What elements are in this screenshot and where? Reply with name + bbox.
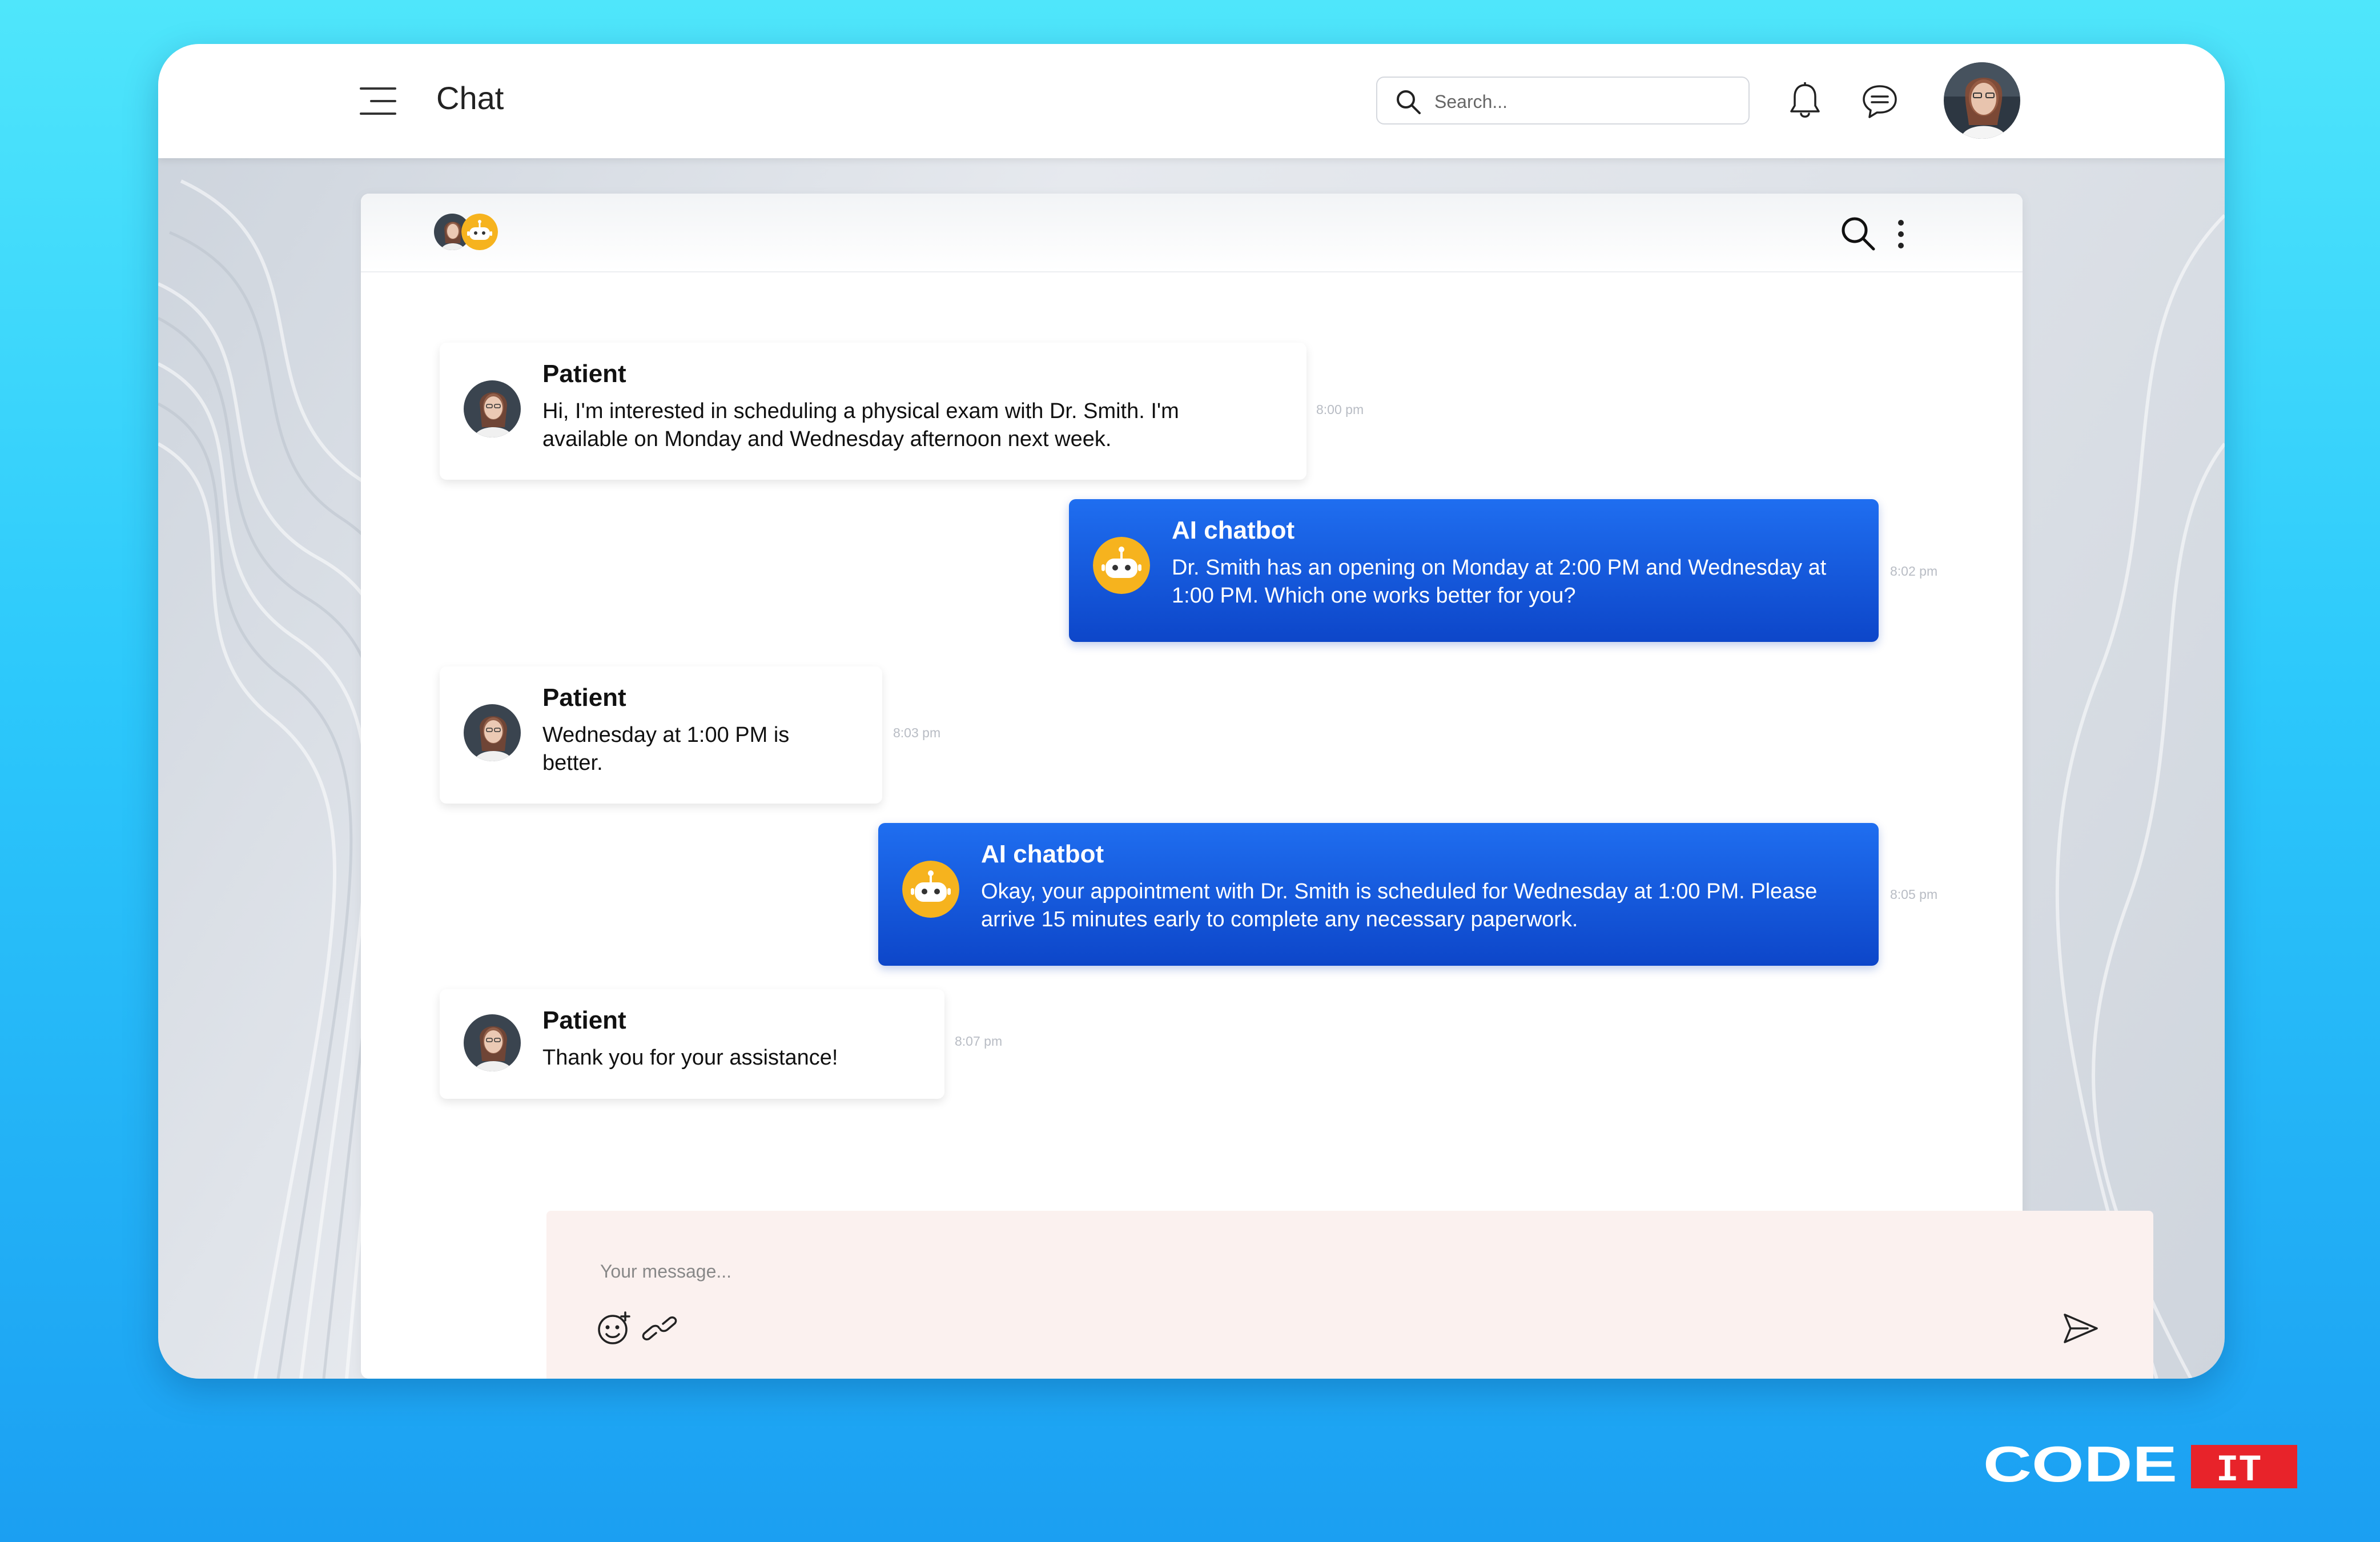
sender-name: Patient xyxy=(542,360,626,388)
message-line: Hi, I'm interested in scheduling a physi… xyxy=(542,399,1179,423)
sender-name: AI chatbot xyxy=(1172,516,1295,544)
sender-name: Patient xyxy=(542,684,626,712)
message-patient: Patient Wednesday at 1:00 PM is better. xyxy=(440,666,882,804)
message-patient: Patient Hi, I'm interested in scheduling… xyxy=(440,343,1306,480)
search-bar[interactable] xyxy=(1376,77,1750,125)
logo-text-it: IT xyxy=(2216,1449,2261,1488)
message-line: better. xyxy=(542,751,603,775)
bell-icon[interactable] xyxy=(1788,82,1822,119)
chat-header xyxy=(361,194,2023,272)
message-line: arrive 15 minutes early to complete any … xyxy=(981,907,1578,931)
message-line: Thank you for your assistance! xyxy=(542,1046,838,1070)
menu-icon[interactable] xyxy=(360,84,396,118)
chat-search-icon[interactable] xyxy=(1839,214,1876,252)
message-text: Thank you for your assistance! xyxy=(542,1044,838,1072)
message-time: 8:03 pm xyxy=(893,725,941,740)
message-line: Wednesday at 1:00 PM is xyxy=(542,723,790,747)
search-input[interactable] xyxy=(1433,87,1732,117)
patient-avatar xyxy=(464,1014,521,1071)
message-text: Dr. Smith has an opening on Monday at 2:… xyxy=(1172,554,1826,610)
message-icon[interactable] xyxy=(1862,83,1898,119)
message-line: Okay, your appointment with Dr. Smith is… xyxy=(981,880,1818,903)
page-title: Chat xyxy=(436,80,504,116)
message-text: Hi, I'm interested in scheduling a physi… xyxy=(542,397,1179,453)
top-bar: Chat xyxy=(158,44,2225,158)
message-line: Dr. Smith has an opening on Monday at 2:… xyxy=(1172,556,1827,580)
message-time: 8:02 pm xyxy=(1890,564,1938,579)
chatbot-avatar xyxy=(902,861,959,918)
sender-name: Patient xyxy=(542,1006,626,1034)
patient-avatar xyxy=(464,704,521,761)
search-icon xyxy=(1397,90,1421,114)
codeit-logo: CODE IT xyxy=(1983,1441,2297,1488)
message-time: 8:07 pm xyxy=(955,1034,1003,1049)
sender-name: AI chatbot xyxy=(981,840,1104,868)
message-time: 8:05 pm xyxy=(1890,887,1938,902)
patient-avatar xyxy=(464,380,521,437)
message-input[interactable] xyxy=(599,1256,1743,1286)
send-icon[interactable] xyxy=(2063,1311,2099,1346)
user-avatar[interactable] xyxy=(1944,62,2020,139)
message-text: Okay, your appointment with Dr. Smith is… xyxy=(981,878,1817,934)
chatbot-avatar xyxy=(1093,537,1150,594)
link-icon[interactable] xyxy=(641,1314,678,1343)
message-line: available on Monday and Wednesday aftern… xyxy=(542,427,1112,451)
message-line: 1:00 PM. Which one works better for you? xyxy=(1172,584,1576,608)
chatbot-avatar xyxy=(461,214,498,250)
logo-text-code: CODE xyxy=(1983,1441,2177,1488)
message-time: 8:00 pm xyxy=(1316,402,1364,417)
emoji-icon[interactable] xyxy=(597,1311,631,1346)
message-patient: Patient Thank you for your assistance! xyxy=(440,989,944,1099)
message-text: Wednesday at 1:00 PM is better. xyxy=(542,721,789,777)
more-vertical-icon[interactable] xyxy=(1894,217,1908,251)
message-bot: AI chatbot Okay, your appointment with D… xyxy=(878,823,1879,966)
app-window: Chat Search... Patient Hi, I'm intereste… xyxy=(158,44,2225,1379)
message-bot: AI chatbot Dr. Smith has an opening on M… xyxy=(1069,499,1879,642)
message-composer xyxy=(546,1211,2153,1379)
